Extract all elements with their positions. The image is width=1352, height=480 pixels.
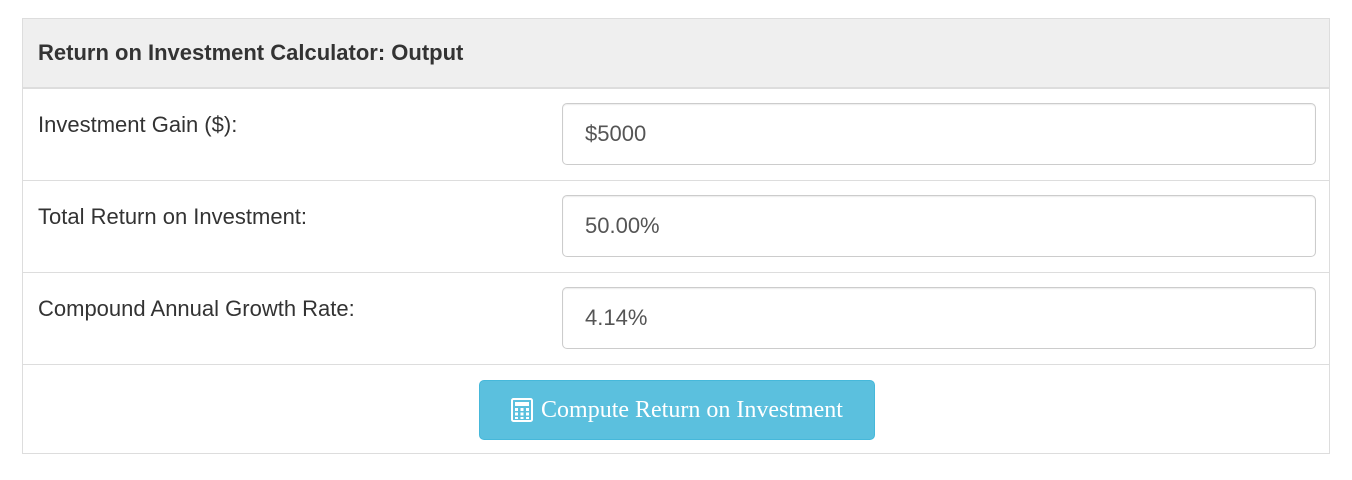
panel-title: Return on Investment Calculator: Output: [38, 40, 464, 65]
calculator-icon: [511, 398, 534, 422]
cagr-label: Compound Annual Growth Rate:: [38, 296, 355, 321]
cagr-field[interactable]: [562, 287, 1316, 349]
cagr-row: Compound Annual Growth Rate:: [23, 273, 1329, 365]
compute-roi-button-label: Compute Return on Investment: [541, 396, 843, 423]
investment-gain-label: Investment Gain ($):: [38, 112, 238, 137]
total-roi-field[interactable]: [562, 195, 1316, 257]
roi-output-panel: Return on Investment Calculator: Output …: [22, 18, 1330, 454]
investment-gain-field[interactable]: [562, 103, 1316, 165]
compute-roi-button[interactable]: Compute Return on Investment: [479, 380, 875, 440]
total-roi-row: Total Return on Investment:: [23, 181, 1329, 273]
button-row: Compute Return on Investment: [23, 365, 1329, 455]
investment-gain-row: Investment Gain ($):: [23, 89, 1329, 181]
total-roi-label: Total Return on Investment:: [38, 204, 308, 229]
panel-heading: Return on Investment Calculator: Output: [23, 19, 1329, 89]
